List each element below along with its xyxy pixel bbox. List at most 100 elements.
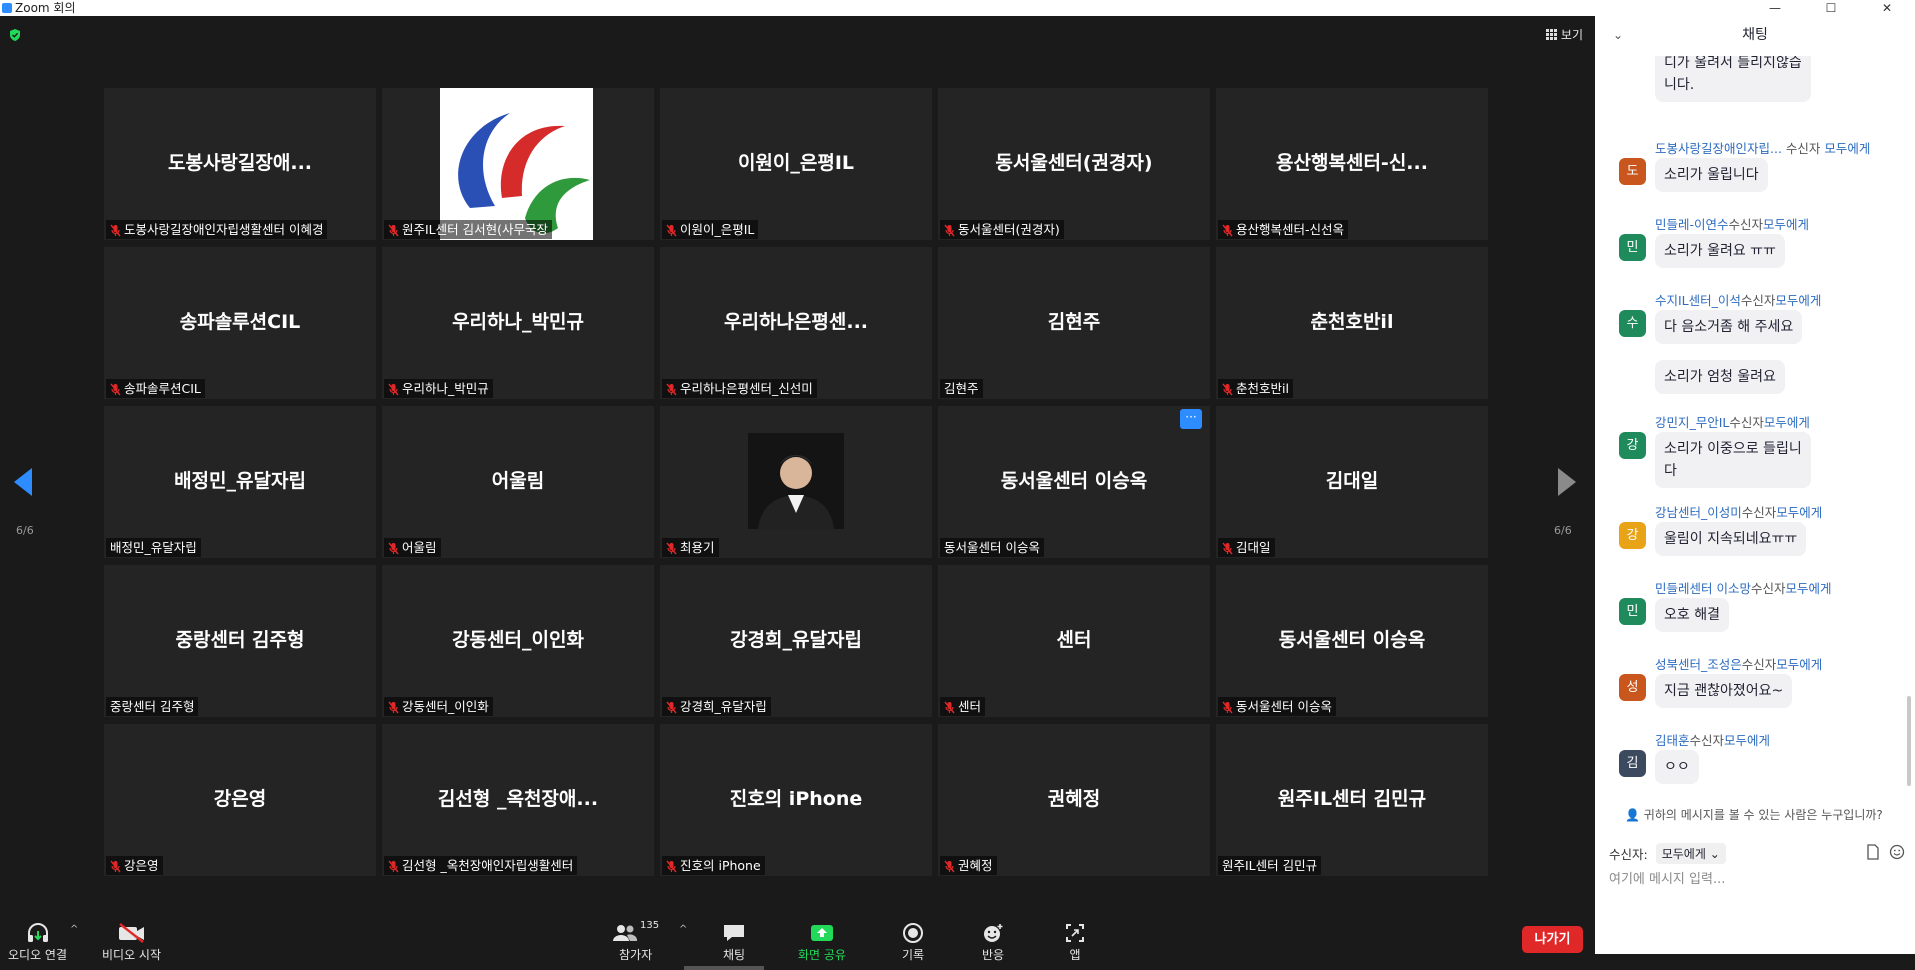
participant-tile[interactable]: 김대일 김대일 [1216,406,1488,558]
chat-sender-name[interactable]: 수지IL센터_이석 [1655,293,1741,308]
chat-sender-name[interactable]: 강민지_무안IL [1655,415,1729,430]
participant-tile[interactable]: 강경희_유달자립 강경희_유달자립 [660,565,932,717]
participant-name-text: 동서울센터 이승옥 [1236,699,1332,714]
participant-name-text: 원주IL센터 김민규 [1222,858,1318,873]
participant-name-text: 우리하나_박민규 [402,381,489,396]
participant-name-label: 동서울센터 이승옥 [940,538,1044,557]
apps-icon [1066,924,1084,942]
mic-muted-icon [388,541,399,555]
leave-button[interactable]: 나가기 [1522,926,1583,953]
mic-muted-icon [666,859,677,873]
participant-tile[interactable]: 권혜정 권혜정 [938,724,1210,876]
avatar: 민 [1619,234,1646,261]
participant-tile[interactable]: 원주IL센터 김민규 원주IL센터 김민규 [1216,724,1488,876]
record-button[interactable]: 기록 [901,920,925,963]
recipient-row: 수신자: 모두에게 ⌄ [1609,843,1726,864]
participant-tile[interactable]: 중랑센터 김주형 중랑센터 김주형 [104,565,376,717]
chat-text-line: 다 [1664,463,1677,479]
chat-button[interactable]: 채팅 [722,920,746,963]
participant-tile[interactable]: 강동센터_이인화 강동센터_이인화 [382,565,654,717]
participant-tile[interactable]: 강은영 강은영 [104,724,376,876]
chat-bubble: 소리가 이중으로 들립니 다 [1655,432,1811,488]
reactions-button[interactable]: 반응 [981,920,1005,963]
chat-sender-line: 김태훈수신자모두에게 [1655,730,1770,749]
participant-tile[interactable]: 김현주 김현주 [938,247,1210,399]
participant-display-name: 센터 [1056,629,1092,651]
collapse-chevron-icon[interactable]: ⌄ [1613,16,1623,54]
chat-recipient-prefix: 수신자 [1750,581,1786,596]
chat-sender-name[interactable]: 강남센터_이성미 [1655,505,1742,520]
encryption-shield-icon[interactable] [8,28,22,42]
chat-sender-line: 도봉사랑길장애인자립... 수신자 모두에게 [1655,138,1870,157]
chat-scrollbar[interactable] [1907,696,1911,786]
participant-name-text: 강경희_유달자립 [680,699,767,714]
chat-recipient-prefix: 수신자 [1781,141,1825,156]
who-can-see-link[interactable]: 👤 귀하의 메시지를 볼 수 있는 사람은 누구입니까? [1625,806,1883,823]
participant-tile[interactable]: 최용기 [660,406,932,558]
more-options-icon[interactable]: ··· [1180,409,1202,429]
participant-tile[interactable]: 우리하나은평센... 우리하나은평센터_신선미 [660,247,932,399]
chat-sender-name[interactable]: 도봉사랑길장애인자립... [1655,141,1782,156]
chat-recipient-prefix: 수신자 [1741,505,1777,520]
window-controls: — ☐ ✕ [1747,0,1915,16]
chat-recipient: 모두에게 [1785,581,1832,596]
participant-tile[interactable]: 춘천호반il 춘천호반il [1216,247,1488,399]
close-window-button[interactable]: ✕ [1859,0,1915,16]
participants-button[interactable]: 135 참가자 [612,920,659,963]
audio-options-caret-icon[interactable]: ^ [70,924,78,935]
mic-muted-icon [944,859,955,873]
participants-options-caret-icon[interactable]: ^ [679,924,687,935]
minimize-button[interactable]: — [1747,0,1803,16]
chevron-down-icon: ⌄ [1709,847,1720,861]
share-screen-button[interactable]: 화면 공유 [798,920,846,963]
maximize-button[interactable]: ☐ [1803,0,1859,16]
apps-button[interactable]: 앱 [1064,920,1086,963]
participant-tile[interactable]: 배정민_유달자립 배정민_유달자립 [104,406,376,558]
video-button[interactable]: 비디오 시작 [102,920,161,963]
participant-tile[interactable]: 도봉사랑길장애... 도봉사랑길장애인자립생활센터 이혜경 [104,88,376,240]
chat-bubble: 지금 괜찮아졌어요~ [1655,674,1793,708]
chat-sender-name[interactable]: 김태훈 [1655,733,1690,748]
participant-photo [748,433,844,529]
chat-bubble: 소리가 울려요 ㅠㅠ [1655,234,1785,268]
participant-tile[interactable]: 원주IL센터 김서현(사무국장 [382,88,654,240]
mic-muted-icon [944,223,955,237]
grid-view-icon [1545,29,1557,40]
emoji-icon[interactable] [1889,844,1905,860]
participant-tile[interactable]: 동서울센터(권경자) 동서울센터(권경자) [938,88,1210,240]
mic-muted-icon [110,382,121,396]
participant-tile[interactable]: 이원이_은평IL 이원이_은평IL [660,88,932,240]
audio-button[interactable]: 오디오 연결 [8,920,67,963]
view-button[interactable]: 보기 [1545,26,1583,43]
participant-name-label: 원주IL센터 김민규 [1218,856,1322,875]
participant-tile[interactable]: 진호의 iPhone 진호의 iPhone [660,724,932,876]
chat-sender-name[interactable]: 민들레-이연수 [1655,217,1729,232]
avatar: 성 [1619,674,1646,701]
participant-tile[interactable]: 용산행복센터-신... 용산행복센터-신선옥 [1216,88,1488,240]
file-attach-icon[interactable] [1866,844,1880,860]
audio-label: 오디오 연결 [8,948,68,962]
participant-tile[interactable]: 동서울센터 이승옥 동서울센터 이승옥 ··· [938,406,1210,558]
window-title: Zoom 회의 [15,1,76,15]
chat-sender-name[interactable]: 성북센터_조성은 [1655,657,1742,672]
participant-name-label: 배정민_유달자립 [106,538,201,557]
chat-message-list[interactable]: 디가 울려서 들리지않습 니다. 도봉사랑길장애인자립... 수신자 모두에게 도… [1595,56,1915,816]
participant-tile[interactable]: 송파솔루션CIL 송파솔루션CIL [104,247,376,399]
participant-name-label: 원주IL센터 김서현(사무국장 [384,220,553,239]
chat-sender-name[interactable]: 민들레센터 이소망 [1655,581,1751,596]
chat-recipient-prefix: 수신자 [1689,733,1725,748]
participant-tile[interactable]: 동서울센터 이승옥 동서울센터 이승옥 [1216,565,1488,717]
participant-tile[interactable]: 김선형 _옥천장애... 김선형 _옥천장애인자립생활센터 [382,724,654,876]
chat-message-input[interactable]: 여기에 메시지 입력... [1609,868,1725,887]
participant-tile[interactable]: 어울림 어울림 [382,406,654,558]
participant-name-label: 진호의 iPhone [662,856,765,875]
participant-display-name: 용산행복센터-신... [1276,152,1428,174]
mic-muted-icon [666,382,677,396]
recipient-select[interactable]: 모두에게 ⌄ [1655,843,1726,864]
next-page-arrow-icon[interactable] [1558,468,1576,496]
chat-tools [1866,844,1905,860]
participant-tile[interactable]: 우리하나_박민규 우리하나_박민규 [382,247,654,399]
participant-display-name: 도봉사랑길장애... [167,152,312,174]
prev-page-arrow-icon[interactable] [14,468,32,496]
participant-tile[interactable]: 센터 센터 [938,565,1210,717]
